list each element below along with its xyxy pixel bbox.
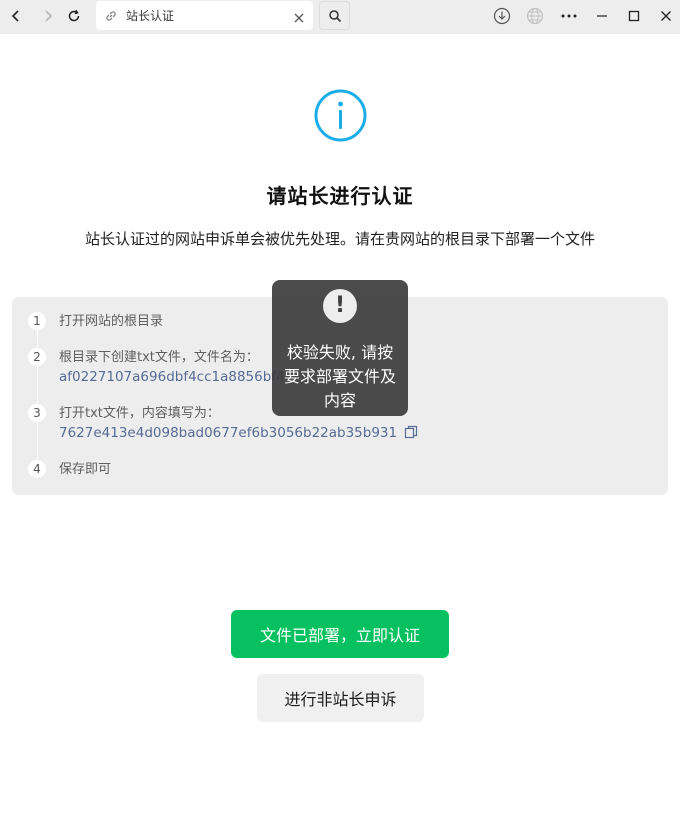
file-name-value[interactable]: af0227107a696dbf4cc1a8856bf4 <box>59 368 285 386</box>
more-button[interactable] <box>557 0 581 32</box>
search-icon <box>328 9 341 22</box>
toast-message: 校验失败, 请按要求部署文件及内容 <box>283 343 396 410</box>
step-number: 4 <box>28 460 46 478</box>
window-close-icon <box>661 11 671 21</box>
back-button[interactable] <box>4 0 28 32</box>
globe-icon <box>526 7 544 25</box>
minimize-icon <box>597 15 607 17</box>
window-close-button[interactable] <box>654 0 678 32</box>
step-number: 2 <box>28 348 46 366</box>
forward-button[interactable] <box>36 0 60 32</box>
step-text: 打开txt文件，内容填写为： <box>59 406 220 421</box>
maximize-button[interactable] <box>622 0 646 32</box>
step-text: 打开网站的根目录 <box>59 314 164 329</box>
file-content-value[interactable]: 7627e413e4d098bad0677ef6b3056b22ab35b931 <box>59 425 397 441</box>
link-icon <box>104 8 118 27</box>
minimize-button[interactable] <box>590 0 614 32</box>
close-icon[interactable] <box>293 9 305 28</box>
back-icon <box>11 10 19 22</box>
more-icon <box>561 14 577 18</box>
step-number: 3 <box>28 404 46 422</box>
search-button[interactable] <box>319 1 350 30</box>
step-text: 根目录下创建txt文件，文件名为： <box>59 350 259 365</box>
translate-button[interactable] <box>523 0 547 32</box>
file-content-row: 7627e413e4d098bad0677ef6b3056b22ab35b931 <box>59 424 418 444</box>
tab-site-verification[interactable]: 站长认证 <box>96 1 313 30</box>
step-number: 1 <box>28 312 46 330</box>
reload-icon <box>68 9 80 22</box>
browser-toolbar: 站长认证 <box>0 0 680 34</box>
info-icon <box>314 89 367 146</box>
forward-icon <box>45 10 53 22</box>
error-toast: ! 校验失败, 请按要求部署文件及内容 <box>272 280 408 416</box>
copy-icon[interactable] <box>404 425 418 444</box>
reload-button[interactable] <box>62 0 86 32</box>
download-button[interactable] <box>490 0 514 32</box>
step-text: 保存即可 <box>59 462 112 477</box>
warning-icon: ! <box>323 289 357 323</box>
page-description: 站长认证过的网站申诉单会被优先处理。请在贵网站的根目录下部署一个文件 <box>84 230 595 248</box>
steps-timeline <box>37 313 38 469</box>
tab-title: 站长认证 <box>126 9 175 23</box>
verify-now-button[interactable]: 文件已部署，立即认证 <box>231 610 449 658</box>
non-owner-appeal-button[interactable]: 进行非站长申诉 <box>257 674 424 722</box>
page-title: 请站长进行认证 <box>266 184 414 208</box>
maximize-icon <box>628 10 640 22</box>
download-icon <box>493 7 511 25</box>
